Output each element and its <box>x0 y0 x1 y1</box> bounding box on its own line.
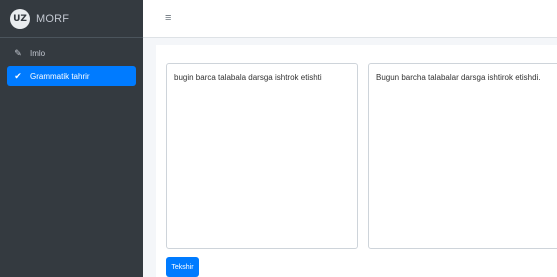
editor-card: bugin barca talabala darsga ishtrok etis… <box>156 45 557 277</box>
sidebar-item-label: Imlo <box>30 48 46 58</box>
sidebar-item-label: Grammatik tahrir <box>30 71 90 81</box>
hamburger-icon[interactable]: ≡ <box>165 12 171 24</box>
input-textarea[interactable]: bugin barca talabala darsga ishtrok etis… <box>166 63 358 249</box>
sidebar-item-grammatik-tahrir[interactable]: ✔ Grammatik tahrir <box>7 66 136 86</box>
sidebar-nav: ✎ Imlo ✔ Grammatik tahrir <box>0 38 143 86</box>
main-area: ≡ bugin barca talabala darsga ishtrok et… <box>143 0 557 277</box>
brand[interactable]: UZ MORF <box>0 0 143 38</box>
sidebar: UZ MORF ✎ Imlo ✔ Grammatik tahrir <box>0 0 143 277</box>
pencil-icon: ✎ <box>14 47 22 58</box>
check-icon: ✔ <box>14 70 22 81</box>
brand-logo: UZ <box>10 8 30 29</box>
output-textarea[interactable]: Bugun barcha talabalar darsga ishtirok e… <box>368 63 557 249</box>
brand-name: MORF <box>36 12 70 25</box>
check-button[interactable]: Tekshir <box>166 257 199 277</box>
sidebar-item-imlo[interactable]: ✎ Imlo <box>7 43 136 63</box>
top-navbar: ≡ <box>143 0 557 38</box>
